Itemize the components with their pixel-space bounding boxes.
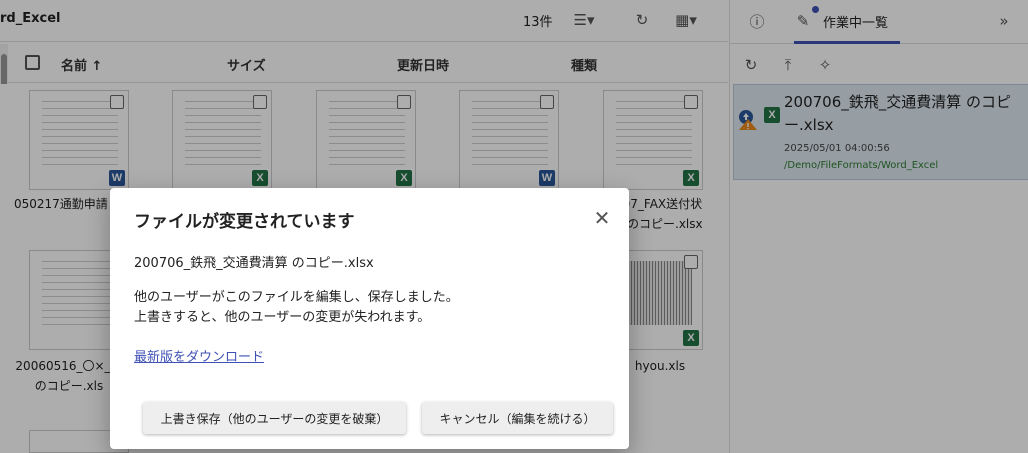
download-latest-link[interactable]: 最新版をダウンロード: [134, 346, 264, 365]
file-changed-dialog: ファイルが変更されています ✕ 200706_鉄飛_交通費清算 のコピー.xls…: [110, 188, 629, 449]
overwrite-button[interactable]: 上書き保存（他のユーザーの変更を破棄）: [143, 402, 406, 434]
dialog-title: ファイルが変更されています: [134, 212, 355, 232]
cancel-button[interactable]: キャンセル（編集を続ける）: [422, 402, 613, 434]
close-icon[interactable]: ✕: [591, 206, 613, 230]
dialog-filename: 200706_鉄飛_交通費清算 のコピー.xlsx: [134, 256, 374, 271]
dialog-message: 他のユーザーがこのファイルを編集し、保存しました。 上書きすると、他のユーザーの…: [134, 290, 459, 325]
